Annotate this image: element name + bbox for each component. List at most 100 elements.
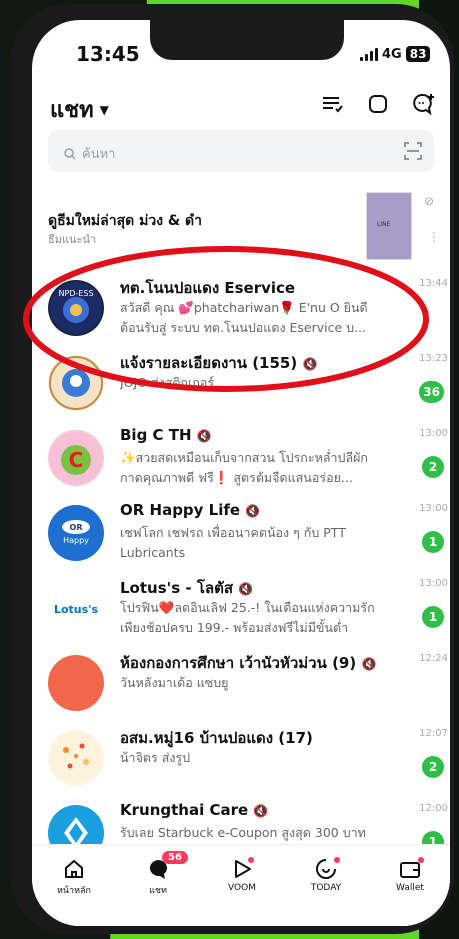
tab-wallet[interactable]: Wallet xyxy=(380,857,440,893)
flowers-icon xyxy=(50,732,102,784)
mute-icon: 🔇 xyxy=(245,504,261,518)
chat-preview: วันหลังมาเด้อ แซบยู xyxy=(120,675,229,690)
scan-icon[interactable] xyxy=(404,142,422,160)
bigc-logo-icon: C xyxy=(50,432,102,484)
ad-close-icon[interactable]: ⊘ xyxy=(424,194,434,208)
unread-badge: 2 xyxy=(422,756,444,778)
ad-subtitle: ธีมแนะนำ xyxy=(48,233,97,246)
mute-icon: 🔇 xyxy=(302,357,318,371)
mute-icon: 🔇 xyxy=(361,657,377,671)
signal-icon xyxy=(360,47,378,61)
header-actions xyxy=(320,92,436,116)
camera-icon xyxy=(440,34,448,42)
avatar xyxy=(48,730,104,786)
new-chat-icon[interactable] xyxy=(412,92,436,116)
chat-time: 13:00 xyxy=(419,428,448,439)
lotus-logo-icon: Lotus's xyxy=(48,580,104,636)
chat-time: 12:00 xyxy=(419,803,448,814)
svg-text:Happy: Happy xyxy=(63,536,89,545)
chat-name: Krungthai Care 🔇 xyxy=(120,801,400,819)
chat-time: 13:23 xyxy=(419,353,448,364)
chat-name-text: แจ้งรายละเอียดงาน (155) xyxy=(120,354,298,372)
notch xyxy=(150,20,448,60)
unread-badge: 2 xyxy=(422,456,444,478)
emblem-icon xyxy=(49,356,103,410)
avatar: NPD-ESS xyxy=(48,280,104,336)
chat-list: NPD-ESS ทต.โนนปอแดง Eservice สวัสดี คุณ … xyxy=(32,272,450,872)
chat-name: ทต.โนนปอแดง Eservice xyxy=(120,279,296,297)
chat-row[interactable]: C Big C TH 🔇 ✨สวยสดเหมือนเก็บจากสวน โปรก… xyxy=(32,422,450,497)
chat-row[interactable]: อสม.หมู่16 บ้านปอแดง (17) น้าจิตร ส่งรูป… xyxy=(32,722,450,797)
tab-chat[interactable]: 56 แชท xyxy=(128,851,188,897)
chat-row[interactable]: Lotus's Lotus's - โลตัส 🔇 โปรฟิน❤️ลดอินเ… xyxy=(32,572,450,647)
tab-label: หน้าหลัก xyxy=(56,886,92,896)
avatar: OR Happy xyxy=(48,505,104,561)
chat-preview: สวัสดี คุณ 💕phatchariwan🌹 E'nu O ยินดีต้… xyxy=(120,300,368,335)
tab-badge: 56 xyxy=(162,851,188,864)
ad-image: LINE xyxy=(366,192,412,260)
tab-voom[interactable]: VOOM xyxy=(212,857,272,893)
chat-time: 12:07 xyxy=(419,728,448,739)
tab-today[interactable]: TODAY xyxy=(296,857,356,893)
notification-dot xyxy=(418,857,424,863)
chat-row[interactable]: NPD-ESS ทต.โนนปอแดง Eservice สวัสดี คุณ … xyxy=(32,272,450,347)
notification-dot xyxy=(334,857,340,863)
avatar: C xyxy=(48,430,104,486)
chat-name: Big C TH 🔇 xyxy=(120,426,400,444)
home-icon xyxy=(65,859,83,878)
status-icons: 4G 83 xyxy=(360,46,431,62)
open-chat-icon[interactable] xyxy=(366,92,390,116)
tab-label: แชท xyxy=(149,886,167,896)
chat-row[interactable]: OR Happy OR Happy Life 🔇 เชฟโลก เชฟรถ เพื… xyxy=(32,497,450,572)
chat-name-text: OR Happy Life xyxy=(120,501,241,519)
chat-preview: ✨สวยสดเหมือนเก็บจากสวน โปรกะหล่ำปลีผักกา… xyxy=(120,450,368,485)
svg-text:C: C xyxy=(69,448,84,472)
edit-list-icon[interactable] xyxy=(320,92,344,116)
chat-preview: รับเลย Starbuck e-Coupon สูงสุด 300 บาท xyxy=(120,825,366,840)
or-logo-icon: OR Happy xyxy=(50,507,102,559)
search-input[interactable]: ค้นหา xyxy=(64,143,115,164)
phone-screen: 13:45 4G 83 แชท ▼ ค้นหา ดูธีมใหม่ล่าสุด … xyxy=(32,20,450,926)
page-title: แชท xyxy=(50,98,94,123)
unread-badge: 1 xyxy=(422,531,444,553)
phone-frame: 13:45 4G 83 แชท ▼ ค้นหา ดูธีมใหม่ล่าสุด … xyxy=(10,4,454,934)
unread-badge: 1 xyxy=(422,606,444,628)
chat-title-dropdown[interactable]: แชท ▼ xyxy=(50,92,109,127)
chat-preview: โปรฟิน❤️ลดอินเลิฟ 25.-! ในเดือนแห่งความร… xyxy=(120,600,375,635)
unread-badge: 36 xyxy=(419,381,444,403)
network-label: 4G xyxy=(382,46,402,62)
svg-text:OR: OR xyxy=(70,523,83,532)
chat-preview: น้าจิตร ส่งรูป xyxy=(120,750,191,765)
chat-preview: JOJO ส่งสติกเกอร์ xyxy=(120,375,215,390)
eservice-logo-icon: NPD-ESS xyxy=(50,282,102,334)
battery-icon: 83 xyxy=(405,46,431,62)
caret-down-icon: ▼ xyxy=(99,102,109,117)
chat-preview: เชฟโลก เชฟรถ เพื่ออนาคตน้อง ๆ กับ PTT Lu… xyxy=(120,525,346,560)
avatar xyxy=(48,355,104,411)
chat-name-text: Lotus's - โลตัส xyxy=(120,579,233,597)
chat-time: 13:44 xyxy=(419,278,448,289)
tab-label: VOOM xyxy=(228,883,256,893)
chat-time: 13:00 xyxy=(419,578,448,589)
chat-row[interactable]: แจ้งรายละเอียดงาน (155) 🔇 JOJO ส่งสติกเก… xyxy=(32,347,450,422)
chat-name-text: Big C TH xyxy=(120,426,192,444)
ad-more-icon[interactable]: ⋮ xyxy=(428,230,440,244)
avatar xyxy=(48,655,104,711)
search-bar[interactable]: ค้นหา xyxy=(48,130,434,172)
bottom-tab-bar: หน้าหลัก 56 แชท VOOM TODAY Wallet xyxy=(32,844,450,926)
tab-label: Wallet xyxy=(396,883,424,893)
tab-label: TODAY xyxy=(310,883,342,893)
chat-name-text: ห้องกองการศึกษา เว้านัวหัวม่วน (9) xyxy=(120,654,357,672)
chat-name: Lotus's - โลตัส 🔇 xyxy=(120,576,400,600)
ad-title: ดูธีมใหม่ล่าสุด ม่วง & ดำ xyxy=(48,213,202,229)
mute-icon: 🔇 xyxy=(238,582,254,596)
status-time: 13:45 xyxy=(76,42,140,66)
tab-home[interactable]: หน้าหลัก xyxy=(44,857,104,897)
ad-image-label: LINE xyxy=(377,221,391,228)
search-placeholder: ค้นหา xyxy=(82,147,116,162)
chat-row[interactable]: ห้องกองการศึกษา เว้านัวหัวม่วน (9) 🔇 วัน… xyxy=(32,647,450,722)
chat-name: OR Happy Life 🔇 xyxy=(120,501,400,519)
chat-time: 13:00 xyxy=(419,503,448,514)
mute-icon: 🔇 xyxy=(196,429,212,443)
ad-banner[interactable]: ดูธีมใหม่ล่าสุด ม่วง & ดำ ธีมแนะนำ LINE … xyxy=(32,190,450,270)
